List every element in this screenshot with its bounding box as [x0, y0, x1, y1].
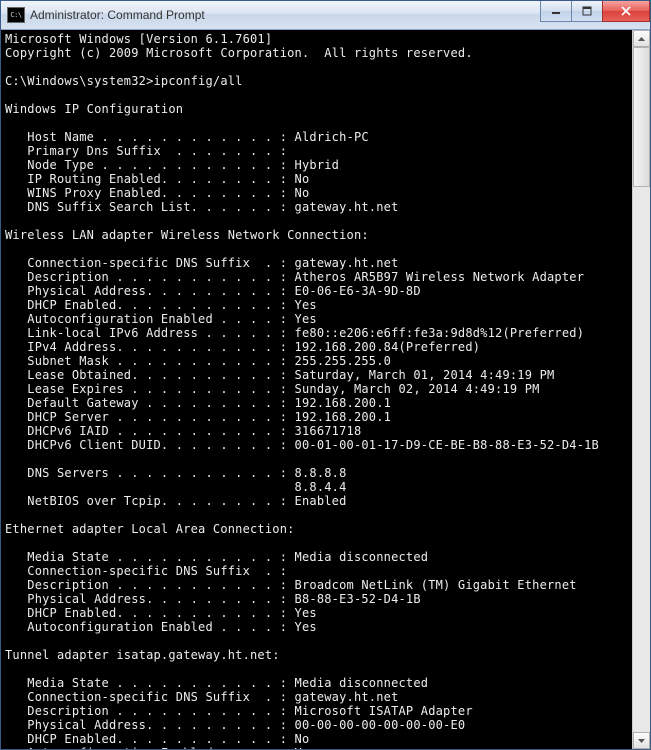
terminal-output[interactable]: Microsoft Windows [Version 6.1.7601] Cop…: [1, 30, 632, 749]
window-controls: [541, 1, 650, 29]
scroll-up-button[interactable]: [633, 30, 650, 47]
vertical-scrollbar[interactable]: [632, 30, 650, 749]
titlebar[interactable]: C:\ Administrator: Command Prompt: [1, 1, 650, 30]
chevron-up-icon: [638, 37, 645, 41]
maximize-icon: [582, 6, 592, 16]
minimize-icon: [551, 6, 561, 16]
client-area: Microsoft Windows [Version 6.1.7601] Cop…: [1, 30, 650, 749]
close-button[interactable]: [602, 1, 650, 22]
chevron-down-icon: [638, 739, 645, 743]
minimize-button[interactable]: [540, 1, 572, 22]
app-icon: C:\: [7, 7, 25, 23]
window-title: Administrator: Command Prompt: [30, 8, 541, 22]
maximize-button[interactable]: [571, 1, 603, 22]
command-prompt-window: C:\ Administrator: Command Prompt Micros…: [0, 0, 651, 750]
scroll-down-button[interactable]: [633, 732, 650, 749]
scrollbar-thumb[interactable]: [633, 47, 650, 187]
close-icon: [620, 6, 632, 16]
scrollbar-track[interactable]: [633, 47, 650, 732]
